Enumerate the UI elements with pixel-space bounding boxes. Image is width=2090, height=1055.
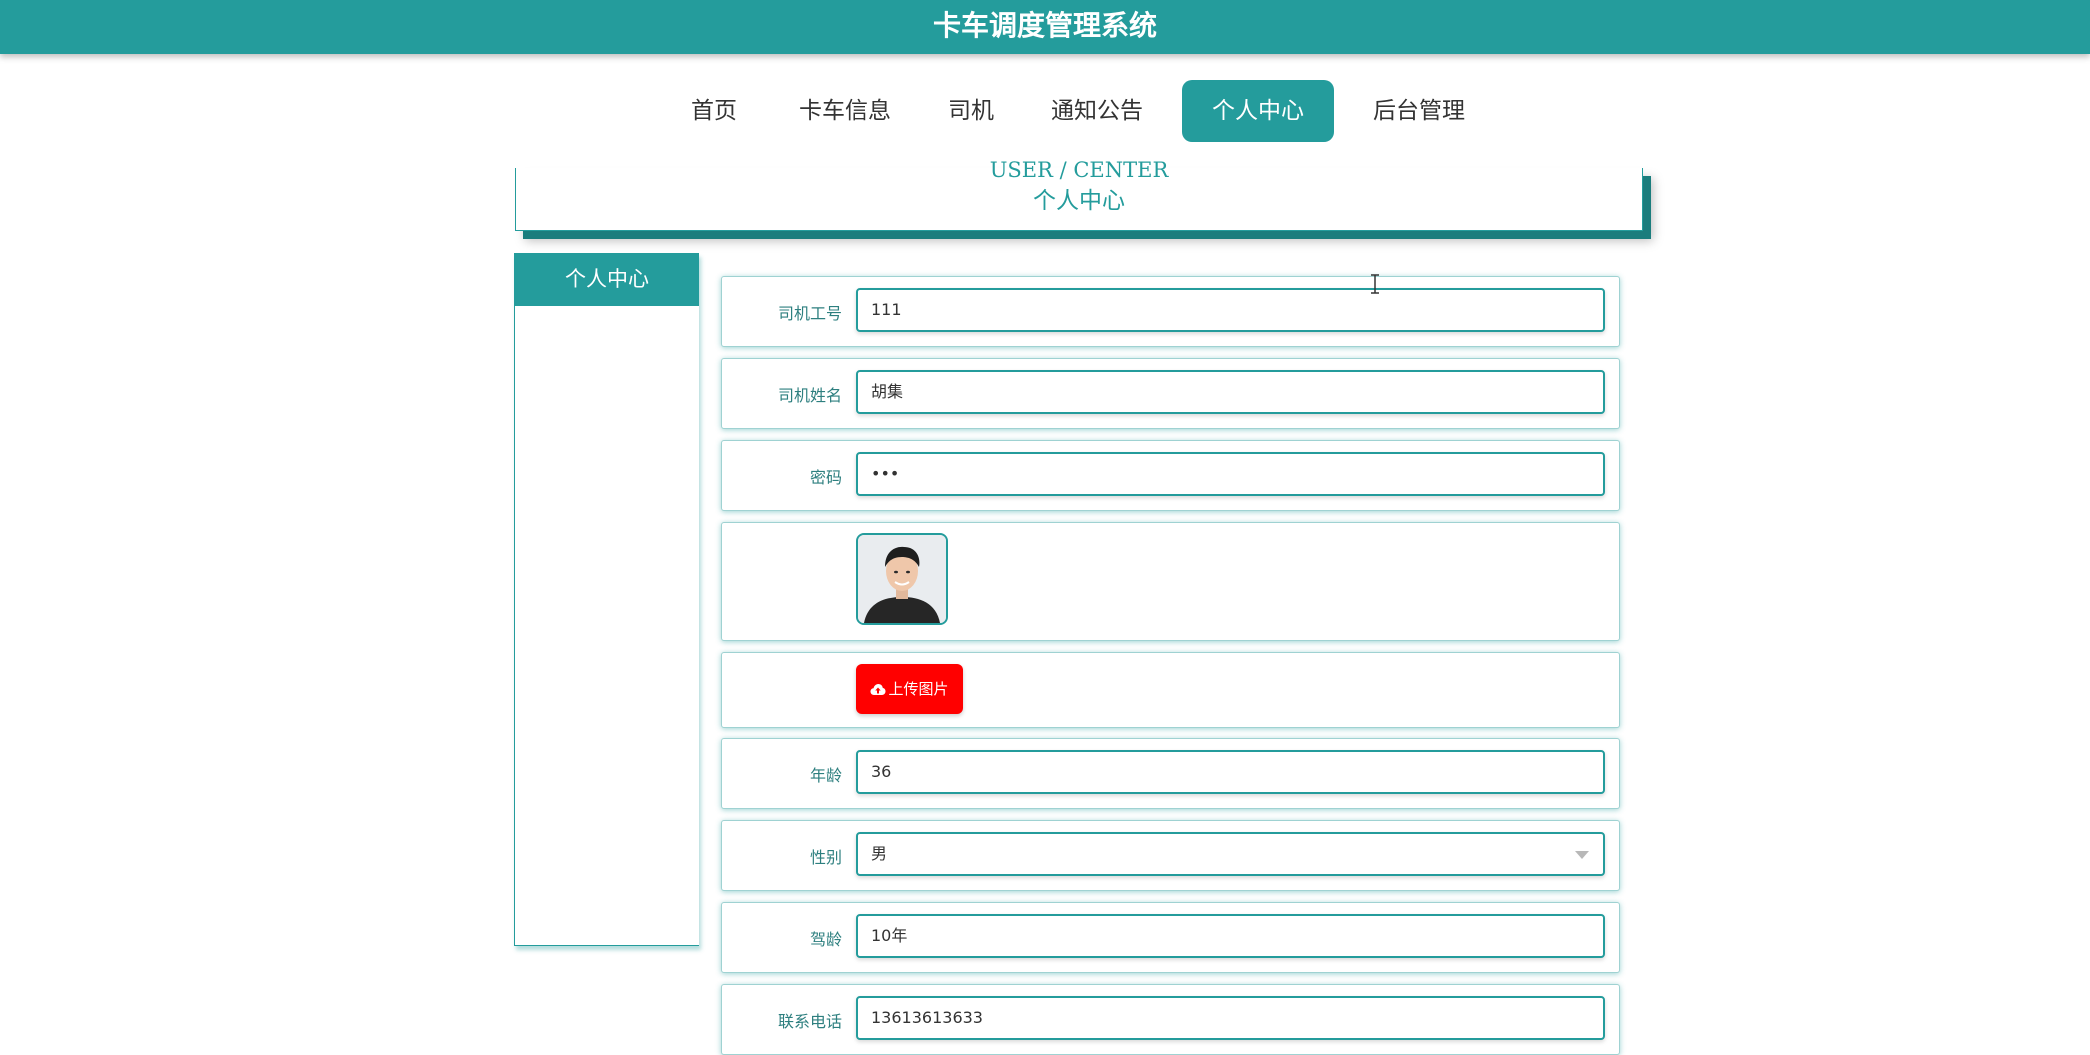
app-title: 卡车调度管理系统 bbox=[932, 9, 1157, 42]
chevron-down-icon bbox=[1575, 851, 1589, 859]
driver-id-input[interactable]: 111 bbox=[856, 288, 1605, 332]
form-row-gender: 性别 男 bbox=[721, 820, 1620, 891]
text-cursor-icon bbox=[1371, 274, 1379, 294]
main-nav: 首页 卡车信息 司机 通知公告 个人中心 后台管理 bbox=[0, 80, 2090, 142]
driving-years-label: 驾龄 bbox=[809, 929, 842, 949]
gender-value: 男 bbox=[871, 844, 888, 863]
password-input[interactable]: ••• bbox=[856, 452, 1605, 496]
avatar bbox=[856, 533, 948, 625]
upload-image-button[interactable]: 上传图片 bbox=[856, 664, 963, 714]
page-banner: USER / CENTER 个人中心 bbox=[515, 158, 1643, 231]
form-row-driver-id: 司机工号 111 bbox=[721, 276, 1620, 347]
app-header: 卡车调度管理系统 bbox=[0, 0, 2090, 54]
form-row-password: 密码 ••• bbox=[721, 440, 1620, 511]
gender-label: 性别 bbox=[809, 847, 842, 867]
nav-home[interactable]: 首页 bbox=[674, 80, 754, 142]
page-title: 个人中心 bbox=[1033, 188, 1125, 214]
cloud-upload-icon bbox=[870, 684, 886, 695]
driving-years-input[interactable]: 10年 bbox=[856, 914, 1605, 958]
nav-admin[interactable]: 后台管理 bbox=[1360, 80, 1478, 142]
nav-drivers[interactable]: 司机 bbox=[936, 80, 1006, 142]
gender-select[interactable]: 男 bbox=[856, 832, 1605, 876]
phone-input[interactable]: 13613613633 bbox=[856, 996, 1605, 1040]
form-row-age: 年龄 36 bbox=[721, 738, 1620, 809]
nav-notices[interactable]: 通知公告 bbox=[1038, 80, 1156, 142]
phone-label: 联系电话 bbox=[777, 1011, 842, 1031]
form-row-photo bbox=[721, 522, 1620, 641]
sidebar: 个人中心 bbox=[514, 253, 699, 946]
form-row-phone: 联系电话 13613613633 bbox=[721, 984, 1620, 1055]
password-label: 密码 bbox=[809, 467, 842, 487]
driver-name-input[interactable]: 胡集 bbox=[856, 370, 1605, 414]
nav-truck-info[interactable]: 卡车信息 bbox=[786, 80, 904, 142]
form-row-upload: 上传图片 bbox=[721, 652, 1620, 728]
upload-button-label: 上传图片 bbox=[888, 680, 949, 698]
avatar-image bbox=[858, 535, 946, 623]
driver-id-label: 司机工号 bbox=[777, 303, 842, 323]
nav-user-center[interactable]: 个人中心 bbox=[1182, 80, 1334, 142]
age-input[interactable]: 36 bbox=[856, 750, 1605, 794]
form-row-driver-name: 司机姓名 胡集 bbox=[721, 358, 1620, 429]
age-label: 年龄 bbox=[809, 765, 842, 785]
sidebar-item-user-center[interactable]: 个人中心 bbox=[515, 253, 699, 306]
driver-name-label: 司机姓名 bbox=[777, 385, 842, 405]
form-row-driving-years: 驾龄 10年 bbox=[721, 902, 1620, 973]
banner-subtitle: USER / CENTER bbox=[989, 158, 1169, 182]
